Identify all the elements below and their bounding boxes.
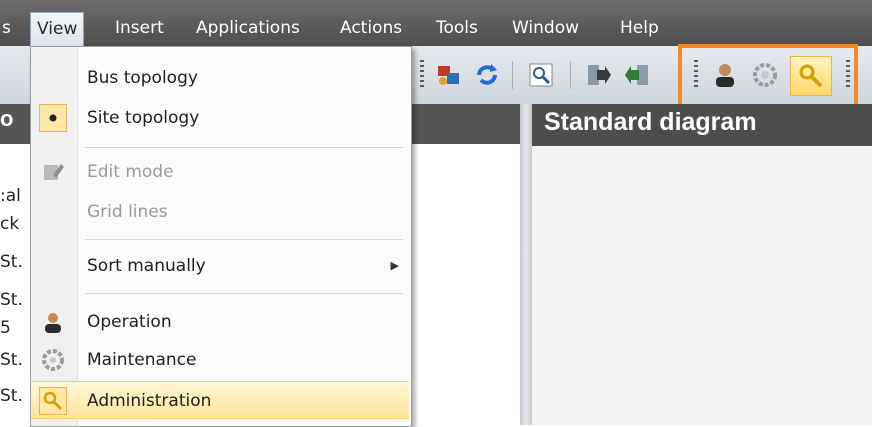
menu-item-label: Maintenance <box>87 350 197 370</box>
menu-item-label: Sort manually <box>87 256 206 276</box>
export-icon[interactable] <box>582 58 616 92</box>
menu-item-label: Site topology <box>87 108 200 128</box>
menu-item-label: Bus topology <box>87 68 198 88</box>
person-icon <box>39 308 67 336</box>
menu-applications[interactable]: Applications <box>196 14 300 42</box>
menu-window[interactable]: Window <box>512 14 579 42</box>
tree-item[interactable]: St. <box>0 252 23 272</box>
menu-item-edit-mode[interactable]: Edit mode <box>31 153 409 191</box>
menu-view[interactable]: View <box>30 12 85 46</box>
radio-dot-icon <box>39 104 67 132</box>
menu-help[interactable]: Help <box>620 14 659 42</box>
menu-item-label: Grid lines <box>87 202 168 222</box>
menu-item-site-topology[interactable]: Site topology <box>31 99 409 137</box>
submenu-arrow-icon: ▶ <box>390 259 399 272</box>
gear-icon <box>39 346 67 374</box>
menu-separator <box>85 239 403 240</box>
tree-item[interactable]: :al <box>0 186 21 206</box>
menu-item-cut[interactable]: s <box>2 14 11 42</box>
network-icon[interactable] <box>432 58 466 92</box>
left-panel-title-fragment: o <box>0 106 14 131</box>
tree-item[interactable]: St. <box>0 386 23 406</box>
toolbar-grip[interactable] <box>420 60 424 90</box>
menu-item-maintenance[interactable]: Maintenance <box>31 341 409 379</box>
view-menu-dropdown: Bus topology Site topology Edit mode Gri… <box>30 46 412 427</box>
tree-item[interactable]: St. <box>0 290 23 310</box>
panel-splitter[interactable] <box>520 104 532 425</box>
menu-item-grid-lines[interactable]: Grid lines <box>31 193 409 231</box>
menu-item-label: Operation <box>87 312 172 332</box>
menu-item-bus-topology[interactable]: Bus topology <box>31 59 409 97</box>
zoom-icon[interactable] <box>524 58 558 92</box>
tree-item[interactable]: 5 <box>0 318 11 338</box>
menu-actions[interactable]: Actions <box>340 14 402 42</box>
menu-item-administration[interactable]: Administration <box>31 381 409 419</box>
menu-item-label: Administration <box>87 391 212 411</box>
toolbar-separator <box>570 61 571 89</box>
tree-item[interactable]: ck <box>0 214 19 234</box>
diagram-canvas[interactable] <box>532 146 872 425</box>
key-icon <box>39 387 67 415</box>
menu-tools[interactable]: Tools <box>436 14 478 42</box>
menu-insert[interactable]: Insert <box>115 14 164 42</box>
menu-item-operation[interactable]: Operation <box>31 303 409 341</box>
menu-separator <box>85 293 403 294</box>
refresh-icon[interactable] <box>470 58 504 92</box>
import-icon[interactable] <box>620 58 654 92</box>
menu-item-sort-manually[interactable]: Sort manually ▶ <box>31 247 409 285</box>
menu-separator <box>85 147 403 148</box>
edit-icon <box>39 158 67 186</box>
menu-bar: s View Insert Applications Actions Tools… <box>0 0 872 46</box>
tree-item[interactable]: St. <box>0 350 23 370</box>
menu-item-label: Edit mode <box>87 162 174 182</box>
toolbar-separator <box>512 61 513 89</box>
panel-title: Standard diagram <box>544 108 757 136</box>
